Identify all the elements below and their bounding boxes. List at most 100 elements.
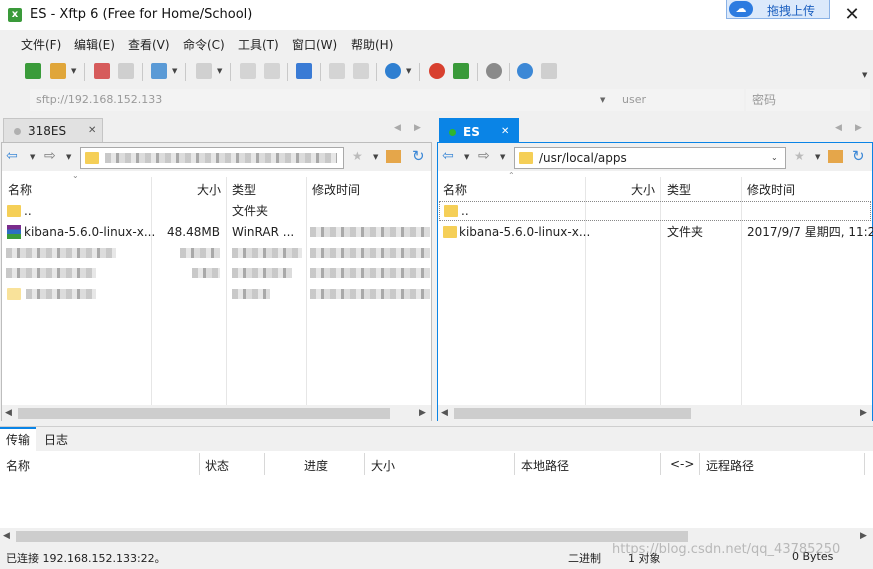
- right-path-input[interactable]: /usr/local/apps ⌄: [514, 147, 786, 169]
- col-name[interactable]: 名称: [6, 457, 30, 474]
- menu-edit[interactable]: 编辑(E): [74, 36, 115, 53]
- table-row[interactable]: [2, 243, 431, 263]
- col-size[interactable]: 大小: [631, 181, 655, 198]
- scroll-thumb[interactable]: [16, 531, 688, 542]
- table-row[interactable]: [2, 263, 431, 283]
- chevron-down-icon[interactable]: ▼: [600, 96, 605, 104]
- menu-help[interactable]: 帮助(H): [351, 36, 393, 53]
- col-size[interactable]: 大小: [371, 457, 395, 474]
- reconnect-icon[interactable]: [118, 63, 134, 79]
- winrar-icon: [7, 225, 21, 239]
- table-row[interactable]: kibana-5.6.0-linux-x... 文件夹 2017/9/7 星期四…: [438, 222, 873, 242]
- chevron-down-icon[interactable]: ▼: [464, 153, 469, 161]
- snail-icon[interactable]: [429, 63, 445, 79]
- col-progress[interactable]: 进度: [304, 457, 328, 474]
- table-row[interactable]: [2, 284, 431, 304]
- open-folder-icon[interactable]: [50, 63, 66, 79]
- transfer-icon[interactable]: [196, 63, 212, 79]
- chevron-down-icon[interactable]: ▼: [66, 153, 71, 161]
- col-type[interactable]: 类型: [667, 181, 691, 198]
- tab-transfer[interactable]: 传输: [0, 427, 36, 451]
- disconnect-icon[interactable]: [94, 63, 110, 79]
- back-icon[interactable]: ⇦: [442, 148, 454, 164]
- right-horizontal-scrollbar[interactable]: ◀ ▶: [438, 405, 872, 421]
- table-row[interactable]: ..: [439, 201, 871, 221]
- col-mtime[interactable]: 修改时间: [312, 181, 360, 198]
- doc-icon[interactable]: [240, 63, 256, 79]
- scroll-right-icon[interactable]: ▶: [860, 528, 867, 544]
- table-row[interactable]: kibana-5.6.0-linux-x... 48.48MB WinRAR .…: [2, 222, 431, 242]
- chevron-down-icon[interactable]: ▼: [862, 71, 867, 79]
- col-size[interactable]: 大小: [197, 181, 221, 198]
- tab-next-icon[interactable]: ▶: [414, 123, 421, 133]
- col-name[interactable]: 名称: [8, 181, 32, 198]
- tab-es[interactable]: ES ✕: [439, 118, 519, 142]
- table-row[interactable]: .. 文件夹: [2, 201, 431, 221]
- star-icon[interactable]: ★: [352, 149, 363, 163]
- home-icon[interactable]: [828, 150, 843, 163]
- chevron-down-icon[interactable]: ▼: [30, 153, 35, 161]
- chat-icon[interactable]: [541, 63, 557, 79]
- close-tab-button[interactable]: ✕: [501, 120, 509, 144]
- scroll-thumb[interactable]: [18, 408, 390, 419]
- back-icon[interactable]: ⇦: [6, 148, 18, 164]
- star-icon[interactable]: ★: [794, 149, 805, 163]
- forward-icon[interactable]: ⇨: [478, 148, 490, 164]
- new-session-icon[interactable]: [25, 63, 41, 79]
- home-icon[interactable]: [386, 150, 401, 163]
- paste-icon[interactable]: [353, 63, 369, 79]
- globe-icon[interactable]: [385, 63, 401, 79]
- tab-prev-icon[interactable]: ◀: [394, 123, 401, 133]
- chevron-down-icon[interactable]: ▼: [71, 67, 76, 75]
- tab-log[interactable]: 日志: [44, 431, 68, 448]
- scroll-left-icon[interactable]: ◀: [3, 528, 10, 544]
- new-tab-icon[interactable]: [151, 63, 167, 79]
- left-path-input[interactable]: [80, 147, 344, 169]
- col-name[interactable]: 名称: [443, 181, 467, 198]
- chevron-down-icon[interactable]: ▼: [406, 67, 411, 75]
- host-input[interactable]: sftp://192.168.152.133: [30, 89, 626, 111]
- tab-318es[interactable]: 318ES ✕: [3, 118, 103, 142]
- transfer-mode[interactable]: 二进制: [568, 550, 601, 566]
- chevron-down-icon[interactable]: ▼: [172, 67, 177, 75]
- forward-icon[interactable]: ⇨: [44, 148, 56, 164]
- col-direction[interactable]: <->: [670, 457, 694, 471]
- xshell-icon[interactable]: [453, 63, 469, 79]
- scroll-right-icon[interactable]: ▶: [419, 405, 426, 421]
- password-input[interactable]: 密码: [746, 89, 870, 111]
- menu-window[interactable]: 窗口(W): [292, 36, 337, 53]
- col-mtime[interactable]: 修改时间: [747, 181, 795, 198]
- chevron-down-icon[interactable]: ▼: [373, 153, 378, 161]
- chevron-down-icon[interactable]: ⌄: [771, 153, 778, 162]
- col-type[interactable]: 类型: [232, 181, 256, 198]
- drag-upload-button[interactable]: ☁ 拖拽上传: [726, 0, 830, 19]
- refresh-icon[interactable]: ↻: [412, 147, 425, 165]
- copy-icon[interactable]: [329, 63, 345, 79]
- settings-icon[interactable]: [486, 63, 502, 79]
- help-icon[interactable]: [517, 63, 533, 79]
- menu-command[interactable]: 命令(C): [183, 36, 225, 53]
- scroll-left-icon[interactable]: ◀: [441, 405, 448, 421]
- close-tab-button[interactable]: ✕: [88, 119, 96, 143]
- tab-next-icon[interactable]: ▶: [855, 123, 862, 133]
- scroll-left-icon[interactable]: ◀: [5, 405, 12, 421]
- chevron-down-icon[interactable]: ▼: [217, 67, 222, 75]
- sync-icon[interactable]: [296, 63, 312, 79]
- chevron-down-icon[interactable]: ▼: [500, 153, 505, 161]
- menu-file[interactable]: 文件(F): [21, 36, 61, 53]
- left-horizontal-scrollbar[interactable]: ◀ ▶: [2, 405, 431, 421]
- menu-view[interactable]: 查看(V): [128, 36, 170, 53]
- user-input[interactable]: user: [616, 89, 744, 111]
- scroll-right-icon[interactable]: ▶: [860, 405, 867, 421]
- tab-prev-icon[interactable]: ◀: [835, 123, 842, 133]
- blurred-text: [232, 268, 292, 278]
- col-local-path[interactable]: 本地路径: [521, 457, 569, 474]
- refresh-icon[interactable]: ↻: [852, 147, 865, 165]
- close-window-button[interactable]: ✕: [840, 4, 864, 26]
- menu-tools[interactable]: 工具(T): [238, 36, 279, 53]
- col-remote-path[interactable]: 远程路径: [706, 457, 754, 474]
- doc2-icon[interactable]: [264, 63, 280, 79]
- col-status[interactable]: 状态: [205, 457, 229, 474]
- scroll-thumb[interactable]: [454, 408, 691, 419]
- chevron-down-icon[interactable]: ▼: [815, 153, 820, 161]
